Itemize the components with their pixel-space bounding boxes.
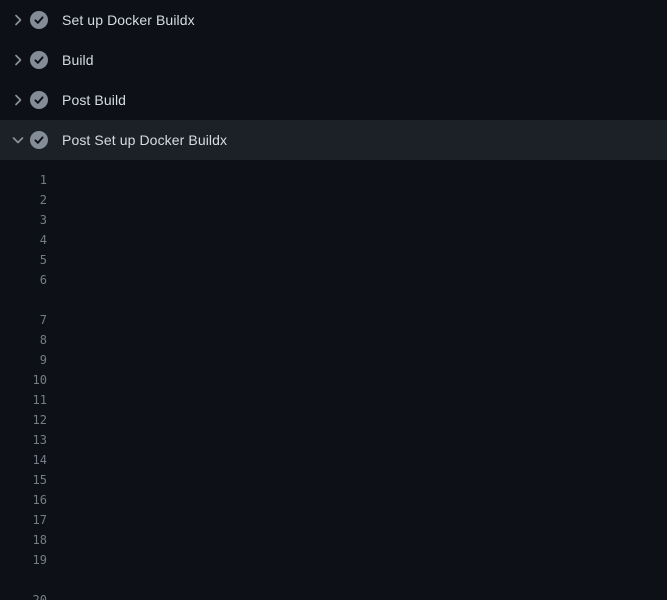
log-line: 4 time="2021-04-23T18:02:37Z" level=info… (0, 230, 667, 250)
log-line: 17 time="2021-04-23T18:02:38Z" level=deb… (0, 510, 667, 530)
line-number[interactable]: 8 (0, 330, 47, 350)
log-line: 12 time="2021-04-23T18:02:38Z" level=deb… (0, 410, 667, 430)
line-number[interactable]: 1 (0, 170, 47, 190)
chevron-icon (10, 52, 26, 68)
line-number[interactable]: 3 (0, 210, 47, 230)
chevron-icon (10, 132, 26, 148)
line-number[interactable]: 11 (0, 390, 47, 410)
line-number[interactable]: 5 (0, 250, 47, 270)
check-circle-icon (30, 131, 48, 149)
workflow-log-viewer: Set up Docker Buildx Build Post Buil (0, 0, 667, 600)
line-number[interactable]: 19 (0, 550, 47, 570)
chevron-icon (10, 12, 26, 28)
steps-list: Set up Docker Buildx Build Post Buil (0, 0, 667, 160)
step-label: Post Build (62, 92, 126, 108)
step-label: Post Set up Docker Buildx (62, 132, 227, 148)
line-number[interactable]: 10 (0, 370, 47, 390)
line-number[interactable]: 15 (0, 470, 47, 490)
check-circle-icon (30, 11, 48, 29)
line-number[interactable]: 18 (0, 530, 47, 550)
log-line: 13 time="2021-04-23T18:02:38Z" level=deb… (0, 430, 667, 450)
log-line: 7 time="2021-04-23T18:02:37Z" level=warn… (0, 310, 667, 330)
log-line: 19 time="2021-04-23T18:02:38Z" level=deb… (0, 550, 667, 570)
line-number[interactable]: 16 (0, 490, 47, 510)
step-label: Set up Docker Buildx (62, 12, 195, 28)
step-header[interactable]: Set up Docker Buildx (0, 0, 667, 40)
log-line: 16 time="2021-04-23T18:02:38Z" level=deb… (0, 490, 667, 510)
step-header[interactable]: Post Build (0, 80, 667, 120)
line-number[interactable]: 17 (0, 510, 47, 530)
line-number[interactable]: 6 (0, 270, 47, 290)
line-number[interactable]: 14 (0, 450, 47, 470)
step-label: Build (62, 52, 94, 68)
log-area: 1 Post job cleanup. 2 ▼BuildKit containe… (0, 160, 667, 600)
log-line: 5 time="2021-04-23T18:02:37Z" level=warn… (0, 250, 667, 270)
log-line: 8 time="2021-04-23T18:02:37Z" level=info… (0, 330, 667, 350)
log-line: 10 time="2021-04-23T18:02:37Z" level=inf… (0, 370, 667, 390)
log-line: 18 time="2021-04-23T18:02:38Z" level=deb… (0, 530, 667, 550)
line-number[interactable]: 2 (0, 190, 47, 210)
line-number[interactable]: 7 (0, 310, 47, 330)
line-number[interactable]: 20 (0, 590, 47, 600)
log-line: 2 ▼BuildKit container logs (0, 190, 667, 210)
chevron-icon (10, 92, 26, 108)
log-line: 20 time="2021-04-23T18:02:38Z" level=deb… (0, 590, 667, 600)
line-number[interactable]: 9 (0, 350, 47, 370)
check-circle-icon (30, 51, 48, 69)
log-line: 6 time="2021-04-23T18:02:37Z" level=info… (0, 270, 667, 290)
line-number[interactable]: 13 (0, 430, 47, 450)
log-line: 1 Post job cleanup. (0, 170, 667, 190)
log-line: 11 time="2021-04-23T18:02:38Z" level=deb… (0, 390, 667, 410)
line-number[interactable]: 4 (0, 230, 47, 250)
log-line: application/vnd.oci.image.index.v1+json,… (0, 570, 667, 590)
step-header[interactable]: Build (0, 40, 667, 80)
step-header[interactable]: Post Set up Docker Buildx (0, 120, 667, 160)
log-line: 15 time="2021-04-23T18:02:38Z" level=deb… (0, 470, 667, 490)
log-line: linux/riscv64 linux/ppc64le linux/s390x … (0, 290, 667, 310)
log-line: 3 /usr/bin/docker logs buildx_buildkit_b… (0, 210, 667, 230)
log-line: 9 time="2021-04-23T18:02:37Z" level=warn… (0, 350, 667, 370)
line-number[interactable]: 12 (0, 410, 47, 430)
log-line: 14 time="2021-04-23T18:02:38Z" level=deb… (0, 450, 667, 470)
check-circle-icon (30, 91, 48, 109)
